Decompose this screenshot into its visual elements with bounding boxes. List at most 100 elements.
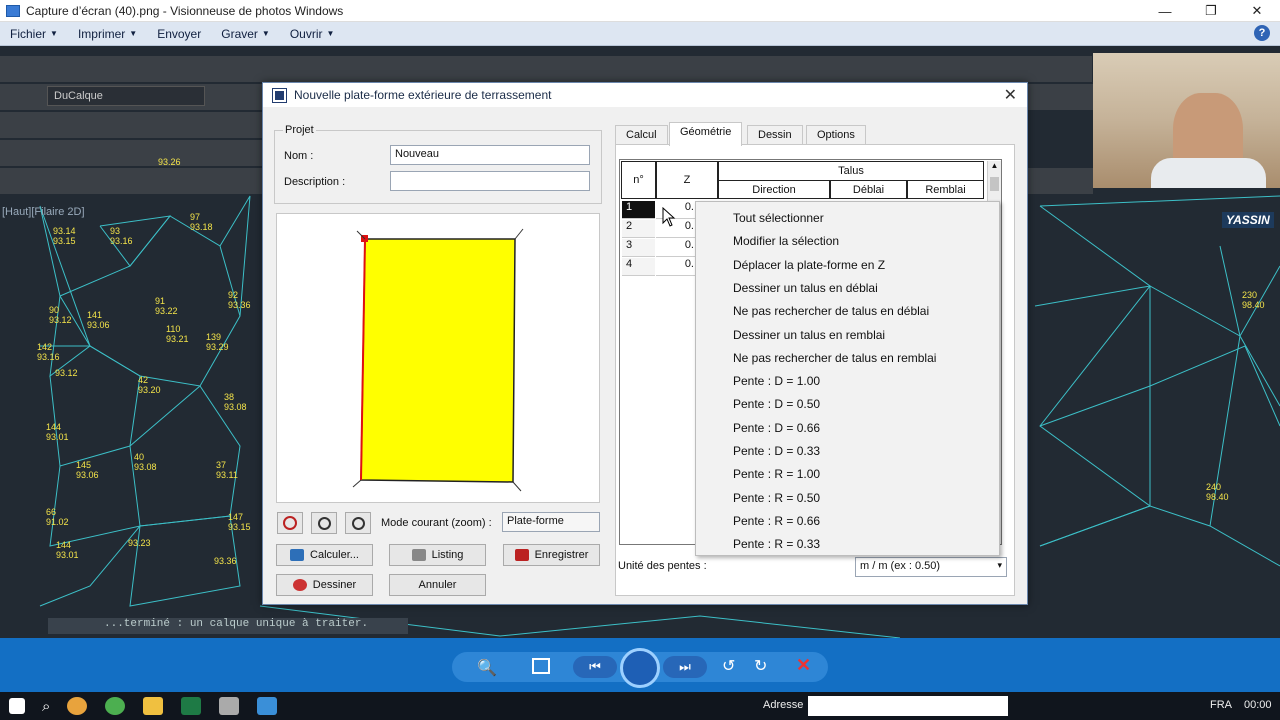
listing-button[interactable]: Listing bbox=[389, 544, 486, 566]
scroll-thumb[interactable] bbox=[990, 177, 999, 191]
cad-point-label: 93 93.16 bbox=[110, 226, 133, 246]
cad-point-text: 144 bbox=[56, 540, 72, 550]
chrome-icon[interactable] bbox=[67, 697, 88, 715]
context-menu-item[interactable]: Pente : D = 0.66 bbox=[733, 421, 820, 435]
grid-row-no[interactable]: 3 bbox=[622, 239, 655, 257]
context-menu-item[interactable]: Déplacer la plate-forme en Z bbox=[733, 258, 885, 272]
menu-fichier[interactable]: Fichier ▼ bbox=[0, 27, 68, 41]
calculer-button[interactable]: Calculer... bbox=[276, 544, 373, 566]
cad-point-text: 98.40 bbox=[1206, 492, 1229, 502]
context-menu-item[interactable]: Ne pas rechercher de talus en déblai bbox=[733, 304, 929, 318]
scroll-up-icon[interactable]: ▲ bbox=[988, 161, 1001, 175]
zoom-icon[interactable]: 🔍 bbox=[477, 658, 497, 678]
window-title: Capture d’écran (40).png - Visionneuse d… bbox=[26, 3, 344, 18]
chrome-icon-2[interactable] bbox=[105, 697, 126, 715]
draw-icon bbox=[292, 579, 307, 591]
previous-icon[interactable]: ⏮ bbox=[573, 656, 617, 678]
description-field[interactable] bbox=[390, 171, 590, 191]
nom-field[interactable]: Nouveau bbox=[390, 145, 590, 165]
context-menu-item[interactable]: Tout sélectionner bbox=[733, 211, 824, 225]
tab-dessin[interactable]: Dessin bbox=[747, 125, 803, 145]
listing-icon bbox=[411, 549, 426, 561]
cad-point-text: 145 bbox=[76, 460, 92, 470]
cad-point-text: 93.16 bbox=[110, 236, 133, 246]
cad-point-label: 91 93.22 bbox=[155, 296, 178, 316]
tab-geometrie[interactable]: Géométrie bbox=[669, 122, 743, 146]
cad-point-text: 93.01 bbox=[56, 550, 79, 560]
projet-legend: Projet bbox=[283, 124, 316, 136]
cad-point-label: 240 98.40 bbox=[1206, 482, 1229, 502]
dessiner-button[interactable]: Dessiner bbox=[276, 574, 373, 596]
mode-field: Plate-forme bbox=[502, 512, 600, 532]
menu-envoyer[interactable]: Envoyer bbox=[147, 27, 211, 41]
context-menu-item[interactable]: Modifier la sélection bbox=[733, 234, 839, 248]
annuler-label: Annuler bbox=[418, 579, 457, 591]
menu-graver[interactable]: Graver ▼ bbox=[211, 27, 280, 41]
context-menu-item[interactable]: Ne pas rechercher de talus en remblai bbox=[733, 351, 936, 365]
context-menu-item[interactable]: Pente : R = 1.00 bbox=[733, 467, 820, 481]
context-menu-item[interactable]: Pente : R = 0.33 bbox=[733, 537, 820, 551]
actual-size-icon[interactable] bbox=[532, 658, 550, 674]
cad-toolbar-4 bbox=[0, 140, 262, 166]
grid-row-no[interactable]: 4 bbox=[622, 258, 655, 276]
tab-calcul[interactable]: Calcul bbox=[615, 125, 668, 145]
menu-ouvrir[interactable]: Ouvrir ▼ bbox=[280, 27, 345, 41]
menu-label: Envoyer bbox=[157, 26, 202, 41]
clock[interactable]: 00:00 bbox=[1244, 699, 1272, 711]
context-menu-item[interactable]: Pente : D = 0.33 bbox=[733, 444, 820, 458]
cad-point-text: 66 bbox=[46, 507, 57, 517]
grid-header-direction: Direction bbox=[718, 180, 830, 199]
excel-icon[interactable] bbox=[181, 697, 202, 715]
file-explorer-icon[interactable] bbox=[143, 697, 164, 715]
enregistrer-button[interactable]: Enregistrer bbox=[503, 544, 600, 566]
cad-point-text: 93.12 bbox=[49, 315, 72, 325]
cad-point-text: 90 bbox=[49, 305, 60, 315]
minimize-button[interactable]: — bbox=[1142, 0, 1188, 22]
next-icon[interactable]: ⏭ bbox=[663, 656, 707, 678]
chevron-down-icon: ▼ bbox=[326, 29, 335, 38]
cad-point-text: 91.02 bbox=[46, 517, 69, 527]
delete-icon[interactable]: ✕ bbox=[796, 655, 811, 676]
annuler-button[interactable]: Annuler bbox=[389, 574, 486, 596]
chevron-down-icon[interactable]: ▾ bbox=[997, 560, 1002, 571]
tab-options[interactable]: Options bbox=[806, 125, 866, 145]
context-menu-item[interactable]: Dessiner un talus en remblai bbox=[733, 328, 885, 342]
search-icon[interactable]: ⌕ bbox=[42, 698, 50, 715]
app-icon[interactable] bbox=[219, 697, 240, 715]
context-menu-item[interactable]: Pente : D = 0.50 bbox=[733, 397, 820, 411]
cad-point-text: 93.23 bbox=[128, 538, 151, 548]
address-field[interactable] bbox=[808, 696, 1008, 716]
close-button[interactable]: ✕ bbox=[1234, 0, 1280, 22]
chevron-down-icon: ▼ bbox=[261, 29, 270, 38]
context-menu-item[interactable]: Dessiner un talus en déblai bbox=[733, 281, 878, 295]
preview-canvas[interactable] bbox=[276, 213, 600, 503]
rotate-left-icon[interactable]: ↺ bbox=[722, 656, 735, 676]
grid-cell-z[interactable]: 0. bbox=[656, 239, 696, 257]
cad-point-text: 93.29 bbox=[206, 342, 229, 352]
context-menu-item[interactable]: Pente : R = 0.66 bbox=[733, 514, 820, 528]
slideshow-button[interactable] bbox=[620, 648, 660, 688]
zoom-window-button[interactable] bbox=[311, 512, 337, 534]
maximize-button[interactable]: ❐ bbox=[1188, 0, 1234, 22]
zoom-extents-button[interactable] bbox=[277, 512, 303, 534]
language-indicator[interactable]: FRA bbox=[1210, 699, 1232, 711]
cad-point-text: 93.21 bbox=[166, 334, 189, 344]
viewport-label: [Haut][Filaire 2D] bbox=[2, 206, 85, 218]
mouse-cursor-icon bbox=[662, 207, 676, 227]
context-menu-item[interactable]: Pente : R = 0.50 bbox=[733, 491, 820, 505]
windows-start-icon[interactable] bbox=[9, 698, 25, 714]
context-menu-item[interactable]: Pente : D = 1.00 bbox=[733, 374, 820, 388]
grid-row-no[interactable]: 1 bbox=[622, 201, 655, 219]
menu-imprimer[interactable]: Imprimer ▼ bbox=[68, 27, 147, 41]
unite-select[interactable]: m / m (ex : 0.50) ▾ bbox=[855, 557, 1007, 577]
cad-point-text: 93.22 bbox=[155, 306, 178, 316]
zoom-realtime-button[interactable] bbox=[345, 512, 371, 534]
dialog-close-button[interactable]: ✕ bbox=[1004, 85, 1017, 105]
rotate-right-icon[interactable]: ↻ bbox=[754, 656, 767, 676]
cad-point-text: 93.20 bbox=[138, 385, 161, 395]
grid-cell-z[interactable]: 0. bbox=[656, 258, 696, 276]
grid-row-no[interactable]: 2 bbox=[622, 220, 655, 238]
cad-point-label: 141 93.06 bbox=[87, 310, 110, 330]
help-icon[interactable]: ? bbox=[1254, 25, 1270, 41]
photo-viewer-taskbar-icon[interactable] bbox=[257, 697, 278, 715]
